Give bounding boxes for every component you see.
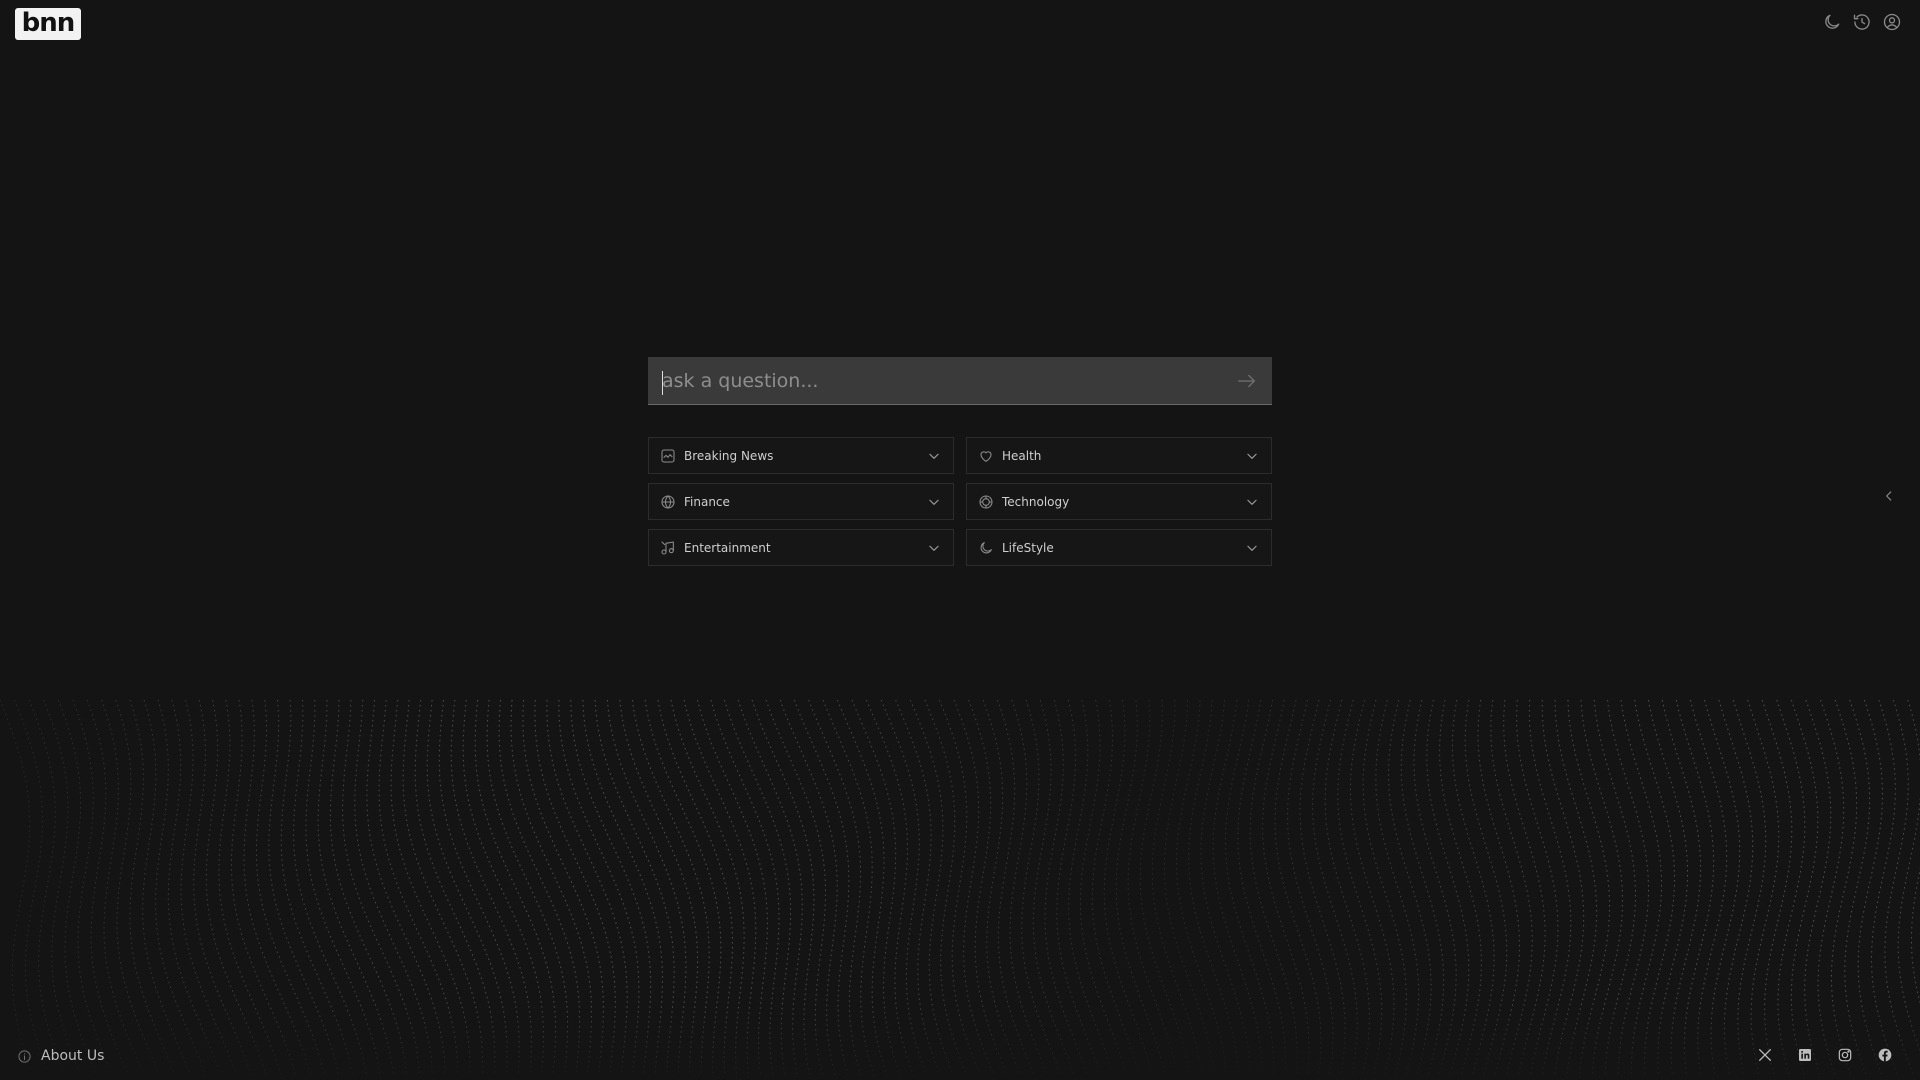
logo-text: bnn [21,8,76,38]
chevron-down-icon [929,453,939,459]
instagram-icon[interactable] [1836,1046,1854,1064]
about-us-link[interactable]: About Us [17,1048,104,1064]
text-caret [662,371,663,395]
search-input[interactable] [662,357,1222,405]
category-breaking-news[interactable]: Breaking News [648,437,954,474]
chip-icon [978,494,994,510]
globe-icon [660,494,676,510]
chevron-down-icon [929,545,939,551]
top-toolbar [1822,12,1902,32]
logo[interactable]: bnn [15,8,81,40]
moon-icon [978,540,994,556]
info-icon [18,1049,31,1063]
category-label: Finance [684,494,730,509]
page: bnn Breaking News [0,0,1920,1080]
category-grid: Breaking News Health Finance Technology [648,437,1272,566]
category-label: Entertainment [684,540,771,555]
chevron-down-icon [1247,499,1257,505]
about-us-label: About Us [41,1048,105,1064]
category-label: LifeStyle [1002,540,1054,555]
category-entertainment[interactable]: Entertainment [648,529,954,566]
linkedin-icon[interactable] [1796,1046,1814,1064]
chevron-down-icon [1247,545,1257,551]
category-label: Breaking News [684,448,774,463]
search-bar [648,357,1272,405]
category-lifestyle[interactable]: LifeStyle [966,529,1272,566]
chevron-down-icon [1247,453,1257,459]
arrow-right-icon[interactable] [1236,370,1258,392]
history-icon[interactable] [1852,12,1872,32]
x-icon[interactable] [1756,1046,1774,1064]
social-links [1756,1046,1894,1064]
category-label: Technology [1002,494,1070,509]
heart-icon [978,448,994,464]
particle-wave-background [0,700,1920,1080]
moon-icon[interactable] [1822,12,1842,32]
chevron-left-icon[interactable] [1882,488,1896,504]
category-finance[interactable]: Finance [648,483,954,520]
music-icon [660,540,676,556]
facebook-icon[interactable] [1876,1046,1894,1064]
category-technology[interactable]: Technology [966,483,1272,520]
chevron-down-icon [929,499,939,505]
chart-line-icon [660,448,676,464]
category-label: Health [1002,448,1042,463]
category-health[interactable]: Health [966,437,1272,474]
user-icon[interactable] [1882,12,1902,32]
